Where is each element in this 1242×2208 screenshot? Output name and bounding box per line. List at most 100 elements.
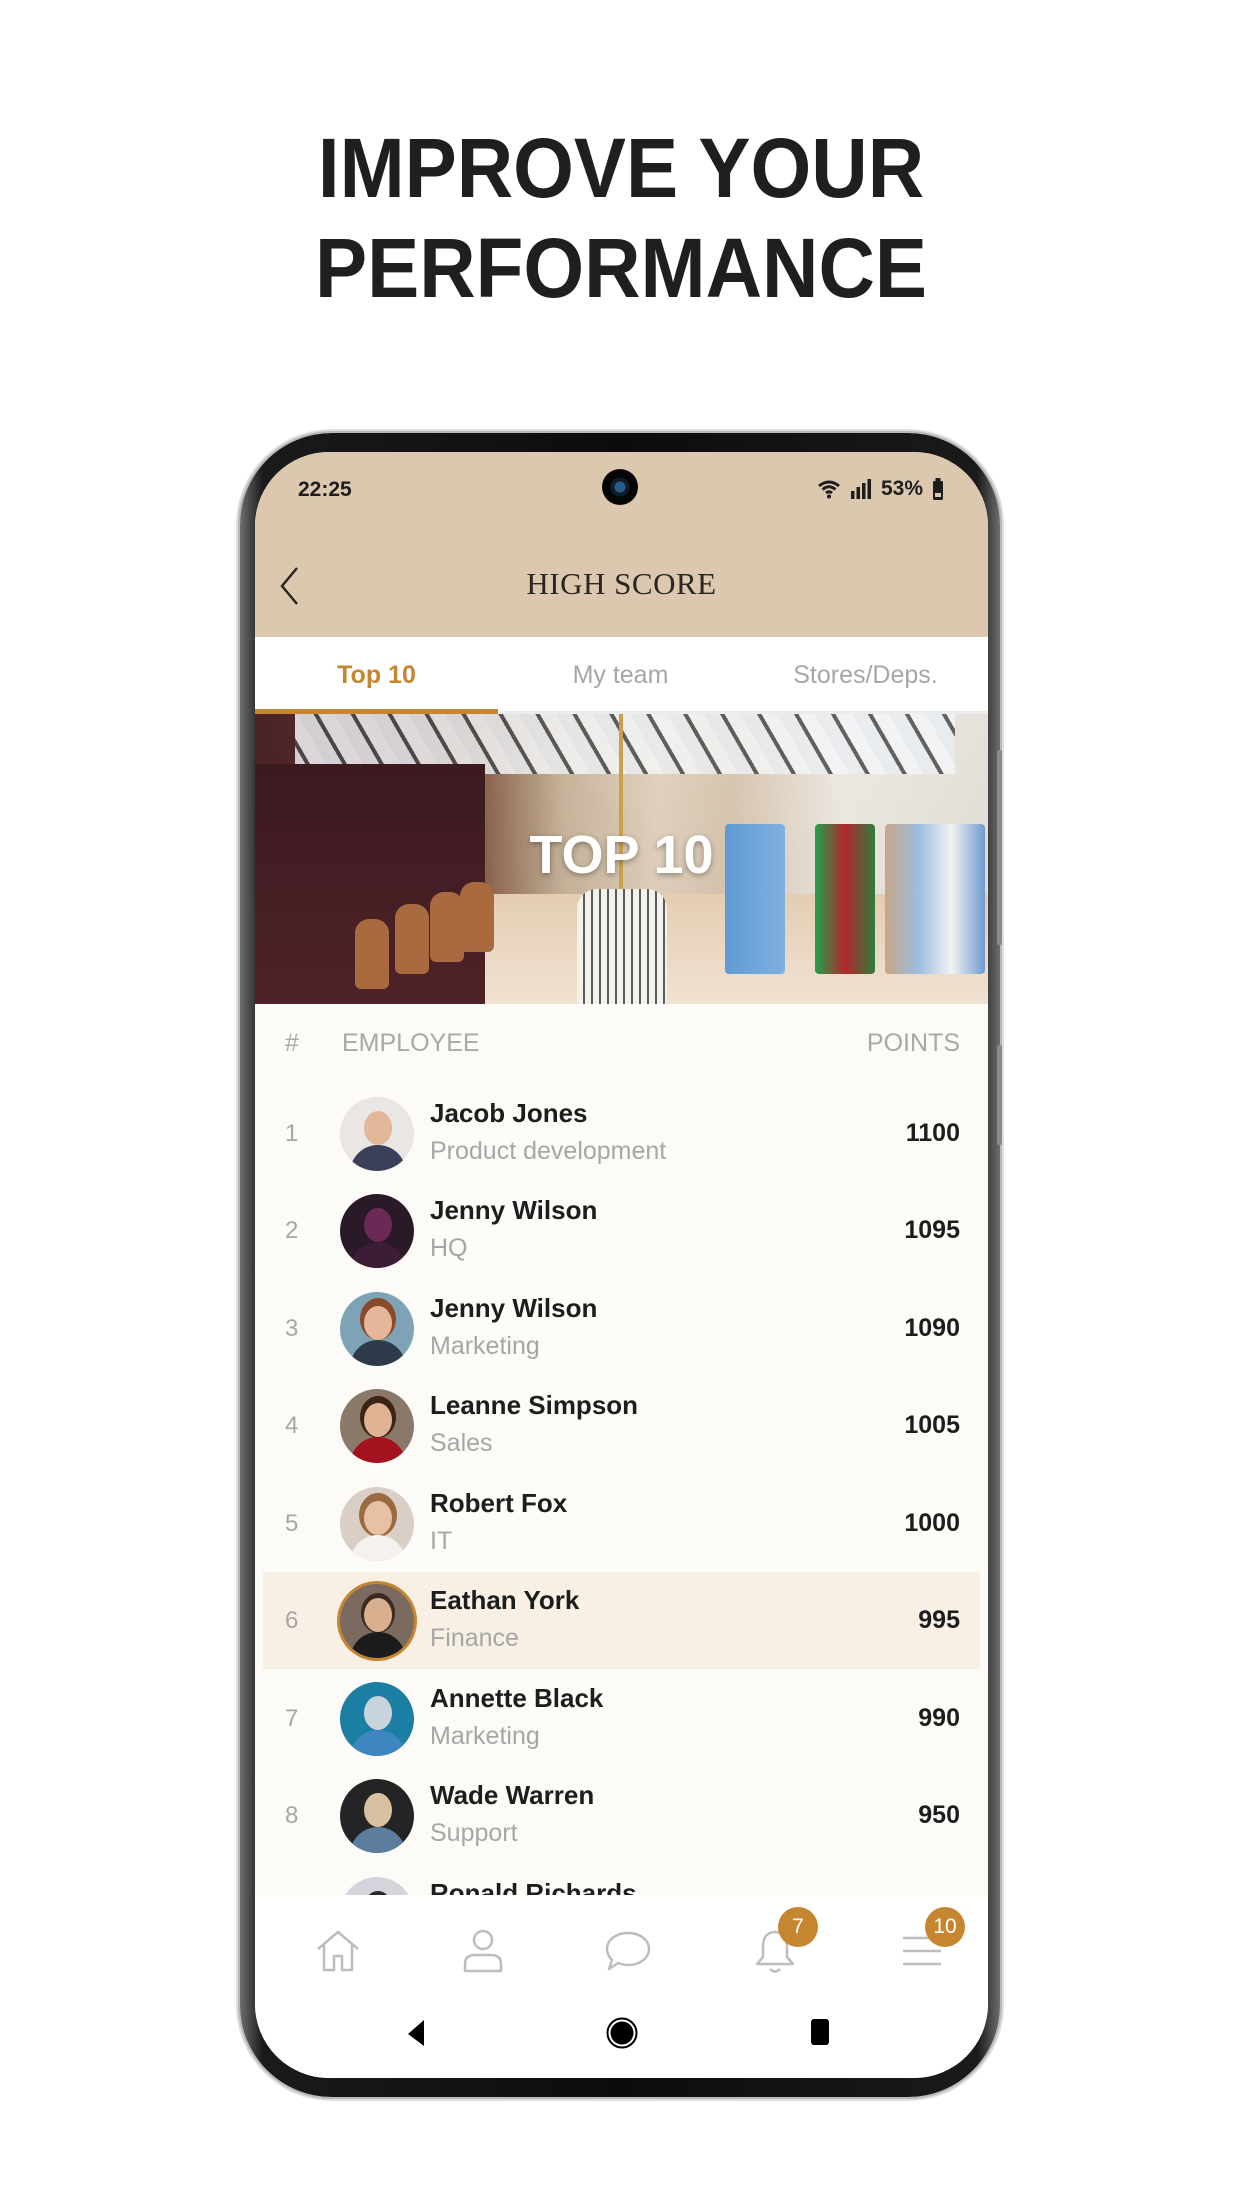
chat-icon — [605, 1931, 651, 1971]
nav-menu[interactable]: 10 — [892, 1907, 965, 1981]
status-icons: 53% — [817, 477, 944, 501]
row-rank: 9 — [285, 1865, 298, 1895]
tab-top-10[interactable]: Top 10 — [255, 637, 498, 714]
system-back-button[interactable] — [406, 2019, 426, 2052]
leaderboard-list[interactable]: # EMPLOYEE POINTS 1 Jacob Jones Product … — [255, 1004, 988, 1895]
banner-stool — [395, 904, 429, 974]
row-rank: 4 — [285, 1411, 299, 1439]
row-rank: 2 — [285, 1216, 299, 1244]
banner-stool — [460, 882, 494, 952]
banner-title: TOP 10 — [529, 825, 714, 885]
avatar — [340, 1487, 414, 1561]
profile-icon — [463, 1929, 503, 1973]
nav-home[interactable] — [308, 1921, 368, 1981]
system-navigation — [255, 1995, 988, 2078]
employee-points: 1000 — [904, 1509, 960, 1537]
volume-button — [997, 750, 1002, 945]
leaderboard-row[interactable]: 3 Jenny Wilson Marketing 1090 — [263, 1280, 980, 1377]
row-rank: 1 — [285, 1119, 299, 1147]
notifications-badge: 7 — [778, 1907, 818, 1947]
nav-notifications[interactable]: 7 — [745, 1907, 818, 1981]
system-home-button[interactable] — [606, 2017, 638, 2054]
employee-name: Annette Black — [430, 1683, 604, 1713]
employee-department: Marketing — [430, 1722, 540, 1750]
leaderboard-row[interactable]: 1 Jacob Jones Product development 1100 — [263, 1085, 980, 1182]
status-time: 22:25 — [298, 478, 352, 501]
employee-name: Jenny Wilson — [430, 1293, 598, 1323]
leaderboard-row[interactable]: 8 Wade Warren Support 950 — [263, 1767, 980, 1864]
employee-points: 1090 — [904, 1314, 960, 1342]
battery-percent: 53% — [880, 477, 923, 500]
row-rank: 7 — [285, 1704, 299, 1732]
employee-points: 995 — [918, 1606, 960, 1634]
tab-my-team[interactable]: My team — [498, 637, 743, 714]
system-recents-button[interactable] — [810, 2018, 830, 2051]
home-icon — [317, 1930, 359, 1972]
nav-chat[interactable] — [598, 1921, 658, 1981]
employee-name: Jenny Wilson — [430, 1195, 598, 1225]
leaderboard-row[interactable]: 2 Jenny Wilson HQ 1095 — [263, 1182, 980, 1279]
avatar — [340, 1389, 414, 1463]
banner-stool — [430, 892, 464, 962]
leaderboard-row[interactable]: 9 Ronald Richards — [263, 1865, 980, 1895]
employee-department: IT — [430, 1527, 453, 1555]
employee-department: Finance — [430, 1624, 519, 1652]
employee-points: 990 — [918, 1704, 960, 1732]
avatar — [340, 1194, 414, 1268]
power-button — [997, 1045, 1002, 1145]
row-rank: 8 — [285, 1801, 299, 1829]
employee-points: 1005 — [904, 1411, 960, 1439]
avatar — [340, 1097, 414, 1171]
bottom-nav: 7 10 — [255, 1895, 988, 1995]
page-title: HIGH SCORE — [526, 566, 717, 601]
phone-screen: 22:25 53% HIGH SCORE Top 10 My team Stor… — [255, 452, 988, 2078]
app-header: 22:25 53% HIGH SCORE — [255, 452, 988, 637]
home-circle-icon — [606, 2017, 638, 2049]
column-points: POINTS — [866, 1029, 960, 1057]
front-camera — [602, 469, 638, 505]
leaderboard-row-current-user[interactable]: 6 Eathan York Finance 995 — [263, 1572, 980, 1669]
column-employee: EMPLOYEE — [342, 1029, 480, 1057]
employee-department: Product development — [430, 1137, 667, 1165]
leaderboard-row[interactable]: 7 Annette Black Marketing 990 — [263, 1670, 980, 1767]
leaderboard-row[interactable]: 4 Leanne Simpson Sales 1005 — [263, 1377, 980, 1474]
employee-points: 1100 — [905, 1119, 960, 1147]
employee-name: Leanne Simpson — [430, 1390, 639, 1420]
employee-department: HQ — [430, 1234, 468, 1262]
avatar — [340, 1877, 414, 1895]
tab-bar: Top 10 My team Stores/Deps. — [255, 637, 988, 714]
nav-profile[interactable] — [453, 1921, 513, 1981]
row-rank: 5 — [285, 1509, 299, 1537]
employee-department: Marketing — [430, 1332, 540, 1360]
employee-points: 950 — [918, 1801, 960, 1829]
employee-name: Ronald Richards — [430, 1878, 637, 1895]
menu-badge: 10 — [925, 1907, 965, 1947]
tab-stores-deps[interactable]: Stores/Deps. — [743, 637, 988, 714]
employee-department: Support — [430, 1819, 518, 1847]
promo-headline: IMPROVE YOUR PERFORMANCE — [0, 118, 1242, 318]
signal-icon — [850, 479, 871, 499]
leaderboard-row[interactable]: 5 Robert Fox IT 1000 — [263, 1475, 980, 1572]
banner-stool — [355, 919, 389, 989]
column-rank: # — [285, 1029, 299, 1057]
battery-icon — [933, 478, 943, 500]
back-icon — [408, 2020, 424, 2046]
row-rank: 3 — [285, 1314, 299, 1342]
avatar — [340, 1779, 414, 1853]
top10-banner: TOP 10 — [255, 714, 988, 1004]
recents-icon — [811, 2019, 829, 2045]
employee-name: Jacob Jones — [430, 1098, 588, 1128]
employee-department: Sales — [430, 1429, 493, 1457]
employee-name: Eathan York — [430, 1585, 580, 1615]
employee-name: Robert Fox — [430, 1488, 568, 1518]
headline-line-2: PERFORMANCE — [315, 221, 927, 315]
employee-points: 1095 — [904, 1216, 960, 1244]
row-rank: 6 — [285, 1606, 299, 1634]
headline-line-1: IMPROVE YOUR — [317, 121, 925, 215]
wifi-icon — [818, 480, 840, 499]
banner-striped-shirt — [577, 889, 667, 1004]
avatar — [340, 1584, 414, 1658]
avatar — [340, 1682, 414, 1756]
employee-name: Wade Warren — [430, 1780, 595, 1810]
avatar — [340, 1292, 414, 1366]
